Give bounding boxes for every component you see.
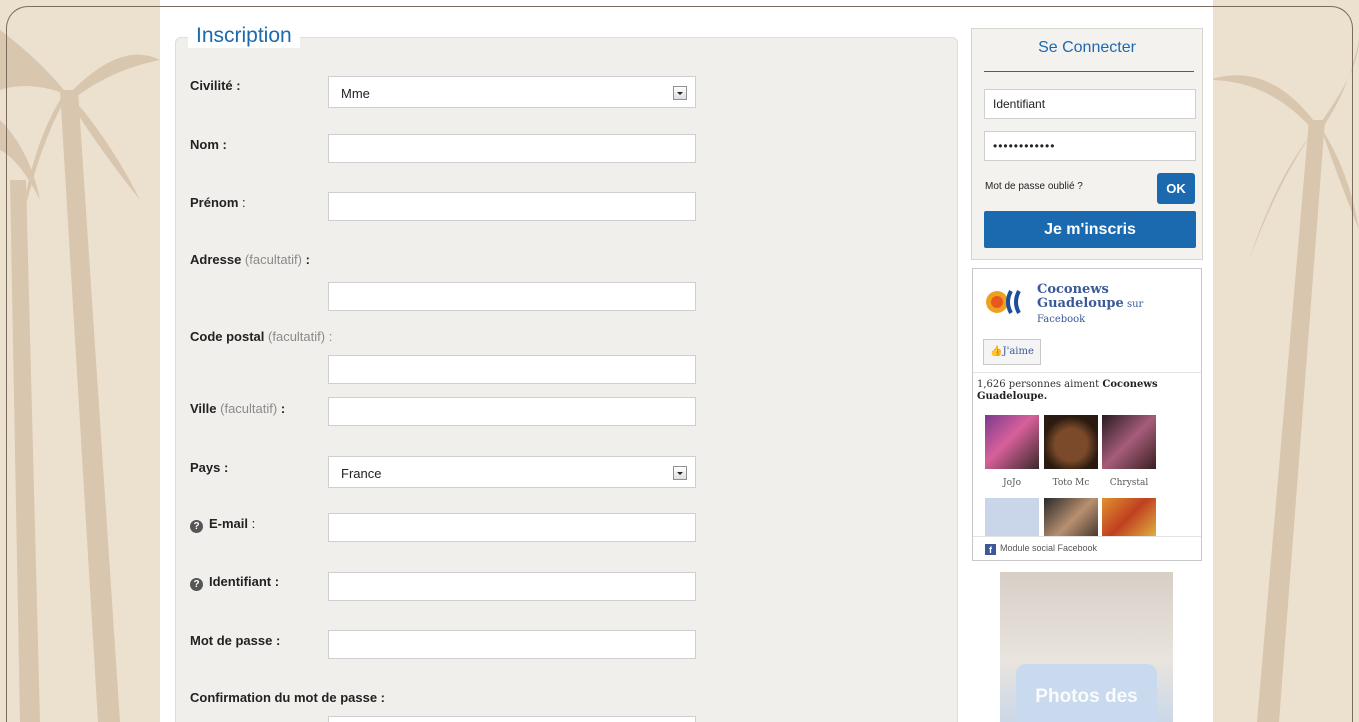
page-frame [6,6,1353,722]
